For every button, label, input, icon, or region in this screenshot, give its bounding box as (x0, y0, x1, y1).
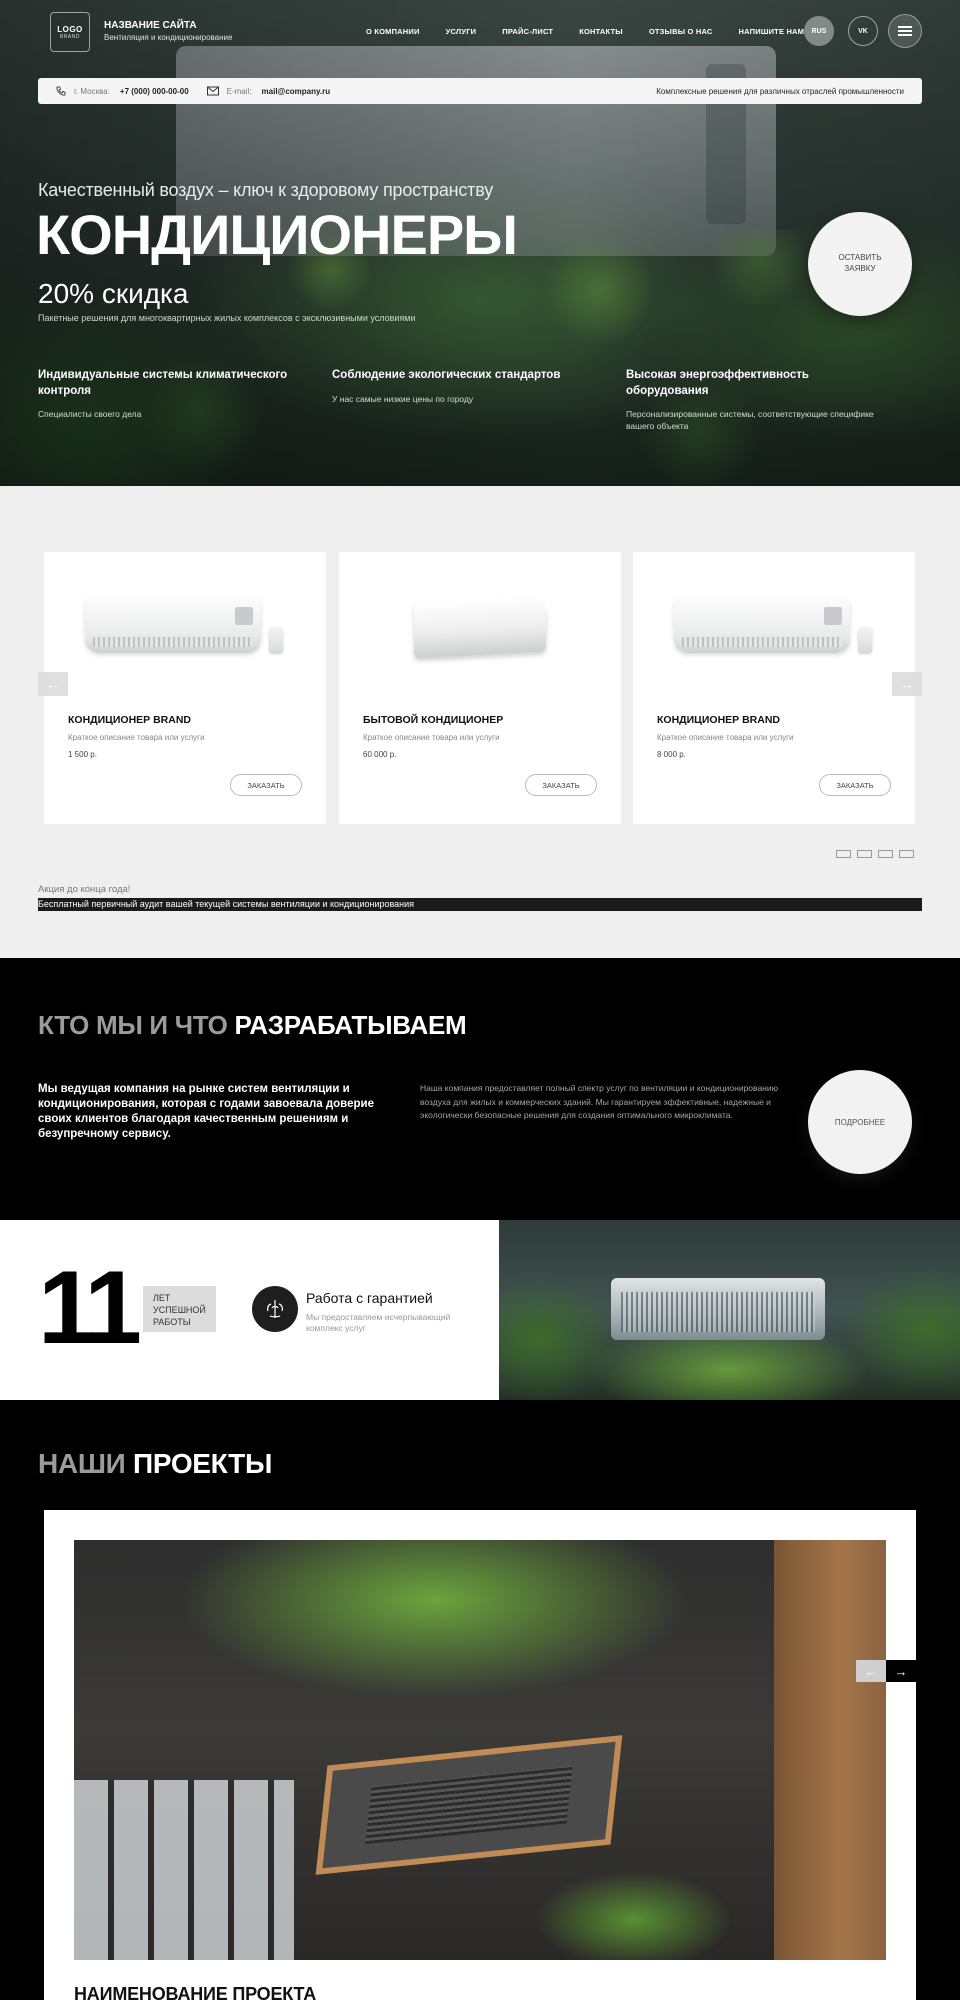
promo-title: Акция до конца года! (38, 884, 131, 895)
feature-item: Высокая энергоэффективность оборудования… (626, 369, 874, 431)
about-section: КТО МЫ И ЧТО РАЗРАБАТЫВАЕМ Мы ведущая ко… (0, 958, 960, 1220)
slider-pagination (836, 850, 914, 858)
site-header: LOGO BRAND НАЗВАНИЕ САЙТА Вентиляция и к… (38, 12, 922, 52)
guarantee-icon (252, 1286, 298, 1332)
pagination-dot[interactable] (878, 850, 893, 858)
tagline: Комплексные решения для различных отрасл… (656, 86, 904, 96)
pagination-dot[interactable] (899, 850, 914, 858)
more-button[interactable]: ПОДРОБНЕЕ (808, 1070, 912, 1174)
guarantee-title: Работа с гарантией (306, 1290, 433, 1306)
nav-write-us[interactable]: НАПИШИТЕ НАМ (739, 27, 805, 36)
product-price: 1 500 р. (68, 750, 97, 759)
projects-prev-button[interactable]: ← (856, 1660, 886, 1682)
mail-icon (206, 85, 219, 97)
project-photo (74, 1540, 886, 1960)
order-button[interactable]: ЗАКАЗАТЬ (525, 774, 597, 796)
hero-title: КОНДИЦИОНЕРЫ (36, 203, 518, 266)
nav-services[interactable]: УСЛУГИ (446, 27, 477, 36)
phone-link[interactable]: +7 (000) 000-00-00 (120, 87, 189, 96)
project-card[interactable]: НАИМЕНОВАНИЕ ПРОЕКТА (44, 1510, 916, 2000)
menu-button[interactable] (888, 14, 922, 48)
order-button[interactable]: ЗАКАЗАТЬ (230, 774, 302, 796)
about-body-text: Наша компания предоставляет полный спект… (420, 1083, 779, 1121)
site-name: НАЗВАНИЕ САЙТА Вентиляция и кондициониро… (104, 20, 232, 42)
order-button[interactable]: ЗАКАЗАТЬ (819, 774, 891, 796)
site-subtitle: Вентиляция и кондиционирование (104, 33, 233, 42)
product-desc: Краткое описание товара или услуги (68, 733, 205, 742)
vk-button[interactable]: VK (848, 16, 878, 46)
nav-reviews[interactable]: ОТЗЫВЫ О НАС (649, 27, 713, 36)
pagination-dot[interactable] (857, 850, 872, 858)
stats-section: 11 ЛЕТ УСПЕШНОЙ РАБОТЫ Работа с гарантие… (0, 1220, 960, 1400)
guarantee-text: Мы предоставляем исчерпывающий комплекс … (306, 1312, 451, 1334)
hero-discount: 20% скидка (38, 278, 189, 309)
years-number: 11 (38, 1250, 142, 1366)
product-price: 8 000 р. (657, 750, 686, 759)
hero-discount-note: Пакетные решения для многоквартирных жил… (38, 313, 416, 323)
projects-next-button[interactable]: → (886, 1660, 916, 1682)
products-prev-button[interactable]: ← (38, 672, 68, 696)
main-nav: О КОМПАНИИ УСЛУГИ ПРАЙС-ЛИСТ КОНТАКТЫ ОТ… (366, 27, 830, 36)
nav-about[interactable]: О КОМПАНИИ (366, 27, 420, 36)
hero-subtitle: Качественный воздух – ключ к здоровому п… (38, 180, 493, 200)
pagination-dot[interactable] (836, 850, 851, 858)
product-image (633, 552, 915, 702)
about-lead-text: Мы ведущая компания на рынке систем вент… (38, 1083, 374, 1140)
product-price: 60 000 р. (363, 750, 397, 759)
logo[interactable]: LOGO BRAND (50, 12, 90, 52)
phone-icon (54, 85, 66, 97)
product-card[interactable]: БЫТОВОЙ КОНДИЦИОНЕР Краткое описание тов… (339, 552, 621, 824)
products-section: КОНДИЦИОНЕР BRAND Краткое описание товар… (0, 486, 960, 958)
project-name: НАИМЕНОВАНИЕ ПРОЕКТА (74, 1984, 316, 2000)
product-desc: Краткое описание товара или услуги (363, 733, 500, 742)
projects-section: НАШИ ПРОЕКТЫ НАИМЕНОВАНИЕ ПРОЕКТА (0, 1400, 960, 2000)
hamburger-icon (898, 26, 912, 36)
language-button[interactable]: RUS (804, 16, 834, 46)
air-conditioner-photo (499, 1220, 960, 1400)
contact-bar: г. Москва: +7 (000) 000-00-00 E-mail: ma… (38, 78, 922, 104)
product-desc: Краткое описание товара или услуги (657, 733, 794, 742)
nav-contacts[interactable]: КОНТАКТЫ (579, 27, 623, 36)
products-next-button[interactable]: → (892, 672, 922, 696)
request-button[interactable]: ОСТАВИТЬ ЗАЯВКУ (808, 212, 912, 316)
site-title: НАЗВАНИЕ САЙТА (104, 20, 197, 31)
promo-banner: Бесплатный первичный аудит вашей текущей… (38, 898, 922, 911)
city-label: г. Москва: (74, 86, 110, 96)
projects-title: НАШИ ПРОЕКТЫ (38, 1448, 273, 1479)
hero-features: Индивидуальные системы климатического ко… (38, 368, 922, 438)
email-label: E-mail: (226, 86, 252, 96)
product-name: КОНДИЦИОНЕР BRAND (657, 714, 780, 726)
product-card[interactable]: КОНДИЦИОНЕР BRAND Краткое описание товар… (633, 552, 915, 824)
feature-item: Соблюдение экологических стандартов У на… (332, 369, 561, 404)
years-badge: ЛЕТ УСПЕШНОЙ РАБОТЫ (143, 1286, 216, 1332)
about-title: КТО МЫ И ЧТО РАЗРАБАТЫВАЕМ (38, 1010, 467, 1040)
hero-section: LOGO BRAND НАЗВАНИЕ САЙТА Вентиляция и к… (0, 0, 960, 486)
email-link[interactable]: mail@company.ru (262, 87, 331, 96)
feature-item: Индивидуальные системы климатического ко… (38, 369, 288, 420)
product-name: КОНДИЦИОНЕР BRAND (68, 714, 191, 726)
product-name: БЫТОВОЙ КОНДИЦИОНЕР (363, 714, 504, 726)
product-card[interactable]: КОНДИЦИОНЕР BRAND Краткое описание товар… (44, 552, 326, 824)
product-image (339, 552, 621, 702)
nav-pricelist[interactable]: ПРАЙС-ЛИСТ (502, 27, 553, 36)
product-image (44, 552, 326, 702)
projects-slider-controls: ← → (856, 1660, 916, 1682)
